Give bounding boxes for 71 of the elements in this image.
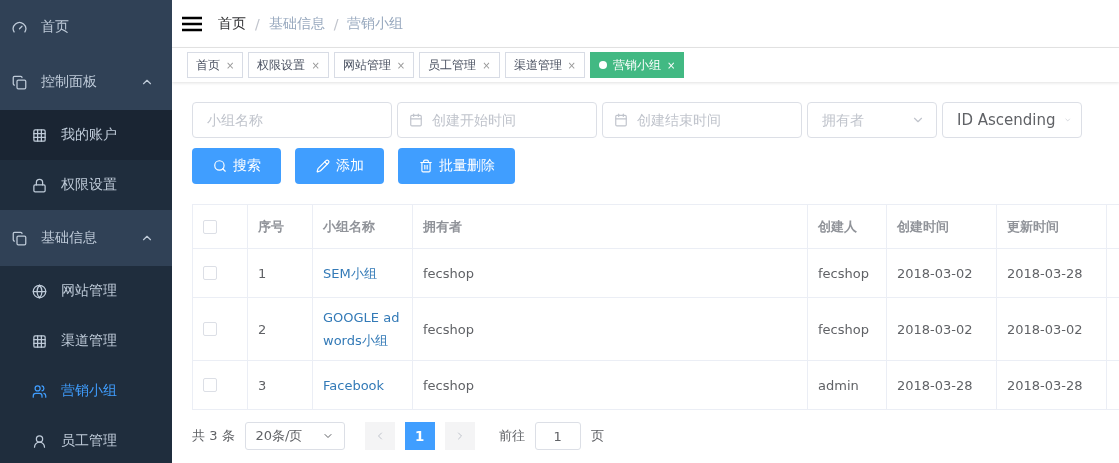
sidebar-item[interactable]: 我的账户 — [0, 110, 172, 160]
breadcrumb-separator: / — [333, 15, 339, 32]
table-cell: 2018-03-02 — [887, 298, 997, 361]
column-header: 拥有者 — [413, 205, 808, 249]
table-cell: fecshop — [413, 298, 808, 361]
table-cell: 1 — [248, 249, 313, 298]
group-name-link[interactable]: SEM小组 — [313, 249, 413, 298]
checkbox[interactable] — [203, 378, 217, 392]
column-header: 创建时间 — [887, 205, 997, 249]
sidebar-item[interactable]: 网站管理 — [0, 266, 172, 316]
grid-icon — [32, 333, 47, 349]
trash-icon — [418, 159, 433, 173]
breadcrumb-item[interactable]: 首页 — [218, 14, 246, 33]
table-cell: 2 — [248, 298, 313, 361]
sidebar-item[interactable]: 营销小组 — [0, 366, 172, 416]
search-icon — [212, 159, 227, 173]
group-name-link[interactable]: Facebook — [313, 361, 413, 410]
pencil-icon — [315, 159, 330, 173]
copy-icon — [12, 74, 27, 90]
table-cell: fecshop — [808, 298, 887, 361]
table-cell: 2018-03-02 — [887, 249, 997, 298]
checkbox[interactable] — [203, 266, 217, 280]
table-cell: fecshop — [413, 249, 808, 298]
calendar-icon — [409, 113, 423, 127]
table-cell: 2018-03-28 — [997, 361, 1107, 410]
person-icon — [32, 433, 47, 449]
page-unit: 页 — [590, 427, 604, 445]
table-cell: 2018-03-28 — [887, 361, 997, 410]
lock-icon — [32, 177, 47, 193]
page-tab[interactable]: 首页 × — [187, 52, 244, 78]
checkbox[interactable] — [203, 322, 217, 336]
grid-icon — [32, 127, 47, 143]
users-icon — [32, 383, 47, 399]
page-tab[interactable]: 员工管理 × — [419, 52, 500, 78]
date-field[interactable]: 创建结束时间 — [602, 102, 802, 138]
table-cell: 3 — [248, 361, 313, 410]
page-tab[interactable]: 网站管理 × — [333, 52, 415, 78]
active-dot-icon — [598, 61, 607, 69]
page-size-select[interactable]: 20条/页 — [244, 422, 345, 450]
copy-icon — [12, 230, 27, 246]
sidebar-item[interactable]: 渠道管理 — [0, 316, 172, 366]
group-name-link[interactable]: GOOGLE adwords小组 — [313, 298, 413, 361]
globe-icon — [32, 283, 47, 299]
select-field[interactable]: 拥有者 — [807, 102, 937, 138]
column-header: 序号 — [248, 205, 313, 249]
gauge-icon — [12, 19, 27, 35]
menu-icon[interactable] — [182, 15, 202, 32]
column-header: 更新时间 — [997, 205, 1107, 249]
next-page-button[interactable] — [444, 422, 475, 450]
page-input[interactable]: 1 — [534, 422, 581, 450]
table-cell: fecshop — [808, 249, 887, 298]
breadcrumb-separator: / — [255, 15, 260, 32]
table-cell: fecshop — [413, 361, 808, 410]
select-field[interactable]: ID Ascending — [942, 102, 1082, 138]
total-count: 共 3 条 — [192, 427, 235, 445]
sidebar-item[interactable]: 员工管理 — [0, 416, 172, 463]
table-cell: 2018-03-02 — [997, 298, 1107, 361]
goto-label: 前往 — [498, 427, 525, 445]
calendar-icon — [614, 113, 628, 127]
column-header: 创建人 — [808, 205, 887, 249]
column-header: 小组名称 — [313, 205, 413, 249]
page-tab[interactable]: 权限设置 × — [248, 52, 329, 78]
table-cell: 2018-03-28 — [997, 249, 1107, 298]
date-field[interactable]: 创建开始时间 — [397, 102, 597, 138]
page-tab[interactable]: 渠道管理 × — [504, 52, 585, 78]
checkbox[interactable] — [203, 219, 217, 234]
prev-page-button[interactable] — [364, 422, 395, 450]
breadcrumb-item: 营销小组 — [347, 14, 404, 33]
sidebar-item[interactable]: 权限设置 — [0, 160, 172, 210]
table-cell: admin — [808, 361, 887, 410]
input-field[interactable]: 小组名称 — [192, 102, 392, 138]
